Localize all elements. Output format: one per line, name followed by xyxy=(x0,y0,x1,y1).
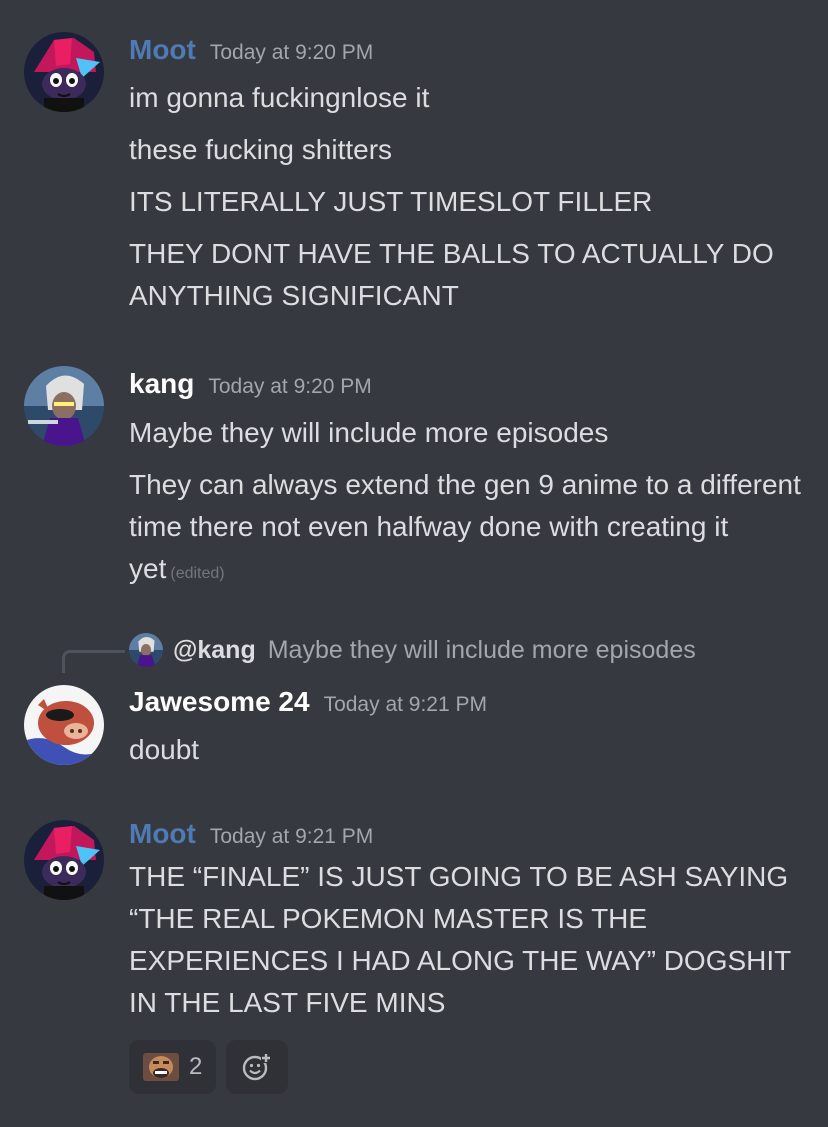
message-text: THE “FINALE” IS JUST GOING TO BE ASH SAY… xyxy=(129,861,791,1018)
author-name[interactable]: Moot xyxy=(129,34,196,65)
avatar[interactable] xyxy=(24,685,104,765)
kang-avatar-small xyxy=(129,633,163,667)
reply-reference[interactable]: @kang Maybe they will include more episo… xyxy=(129,632,696,668)
jawesome-avatar-image xyxy=(24,685,104,765)
laughing-man-emoji xyxy=(143,1053,179,1081)
timestamp: Today at 9:20 PM xyxy=(208,375,372,398)
reaction-button[interactable]: 2 xyxy=(129,1040,217,1094)
message-text: im gonna fuckingnlose it xyxy=(129,82,430,113)
kang-avatar-image xyxy=(24,366,104,446)
timestamp: Today at 9:20 PM xyxy=(209,41,374,64)
timestamp: Today at 9:21 PM xyxy=(209,825,374,848)
reaction-count: 2 xyxy=(189,1053,203,1080)
timestamp: Today at 9:21 PM xyxy=(323,693,488,716)
reply-mention[interactable]: @kang xyxy=(173,636,256,665)
reply-spine xyxy=(62,650,125,673)
author-name[interactable]: Jawesome 24 xyxy=(129,686,310,717)
avatar[interactable] xyxy=(24,32,104,112)
reply-avatar xyxy=(129,633,163,667)
author-name[interactable]: Moot xyxy=(129,818,196,849)
message-text: Maybe they will include more episodes xyxy=(129,417,609,448)
message-text: THEY DONT HAVE THE BALLS TO ACTUALLY DO … xyxy=(129,238,774,311)
message-text: ITS LITERALLY JUST TIMESLOT FILLER xyxy=(129,186,653,217)
avatar[interactable] xyxy=(24,820,104,900)
edited-label: (edited) xyxy=(170,565,225,582)
add-reaction-icon xyxy=(243,1053,272,1081)
moot-avatar-image xyxy=(24,820,104,900)
reactions-bar: 2 xyxy=(129,1040,289,1094)
message-text: They can always extend the gen 9 anime t… xyxy=(129,464,809,595)
message-body: They can always extend the gen 9 anime t… xyxy=(129,469,801,584)
author-name[interactable]: kang xyxy=(129,368,194,399)
add-reaction-button[interactable] xyxy=(226,1040,289,1094)
message-text: these fucking shitters xyxy=(129,134,393,165)
reply-snippet[interactable]: Maybe they will include more episodes xyxy=(268,636,696,665)
moot-avatar-image xyxy=(24,32,104,112)
message-text: doubt xyxy=(129,734,200,765)
avatar[interactable] xyxy=(24,366,104,446)
